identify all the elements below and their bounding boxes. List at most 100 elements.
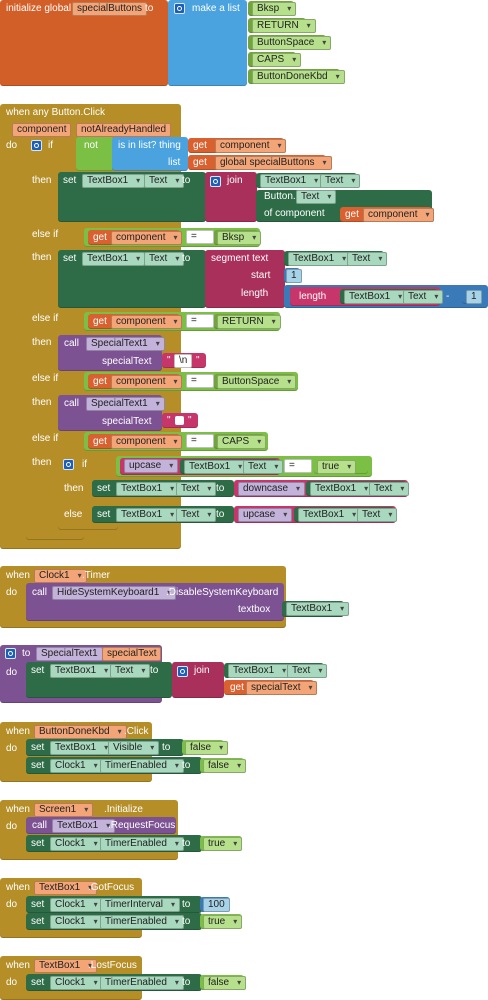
set-property[interactable]: Text [144,174,185,188]
set-clock-timer-interval[interactable]: set Clock1 TimerInterval to [26,896,202,913]
upcase-op[interactable]: upcase [124,459,179,473]
text-caps[interactable]: CAPS [214,434,267,449]
list-item-5-value[interactable]: ButtonDoneKbd [252,70,345,84]
list-item-3[interactable]: ButtonSpace [248,35,332,50]
set-component[interactable]: Clock1 [50,915,103,929]
downcase-op[interactable]: downcase [238,482,306,496]
get-var[interactable]: specialText [246,681,318,695]
join-block-2[interactable]: join [172,662,224,698]
get-var[interactable]: component [111,435,183,449]
param-component[interactable]: component [12,123,72,137]
logic-true-value[interactable]: true [317,460,357,474]
set-component[interactable]: TextBox1 [116,482,180,496]
getter-component[interactable]: TextBox1 [260,174,324,188]
get-component-3[interactable]: get component [88,230,183,245]
logic-true-1[interactable]: true [314,459,368,474]
list-item-2-value[interactable]: RETURN [252,19,316,33]
textbox-text-getter-5[interactable]: TextBox1 Text [306,481,410,496]
text-bksp[interactable]: Bksp [214,230,262,245]
logic-false-2[interactable]: false [200,758,247,773]
param-not-already-handled[interactable]: notAlreadyHandled [76,123,172,137]
number-start[interactable]: 1 [284,268,302,283]
init-global-block[interactable]: initialize global specialButtons to [0,0,168,86]
number-start-value[interactable]: 1 [286,269,302,283]
set-textbox-visible[interactable]: set TextBox1 Visible to [26,739,184,756]
set-textbox-text-upcase[interactable]: set TextBox1 Text to [92,506,234,523]
text-button-space-value[interactable]: ButtonSpace [217,375,297,389]
textbox-text-getter-2[interactable]: TextBox1 Text [284,251,388,266]
list-item-2[interactable]: RETURN [248,18,316,33]
getter-property[interactable]: Text [287,664,328,678]
set-component[interactable]: TextBox1 [82,252,146,266]
get-component-2[interactable]: get component [340,207,435,222]
set-property[interactable]: Text [176,482,217,496]
set-property[interactable]: Text [144,252,185,266]
call-special-text-2[interactable]: call SpecialText1 specialText [58,395,165,431]
event-component[interactable]: Screen1 [34,803,94,817]
call-request-focus[interactable]: call TextBox1 .RequestFocus [26,817,176,834]
segment-block[interactable]: segment text start length [205,250,285,308]
getter-component[interactable]: TextBox1 [228,664,292,678]
call-target[interactable]: TextBox1 [52,819,116,833]
getter-component[interactable]: TextBox1 [310,482,374,496]
set-component[interactable]: TextBox1 [50,741,114,755]
getter-component[interactable]: TextBox1 [298,508,362,522]
call-target[interactable]: HideSystemKeyboard1 [52,586,177,600]
get-var[interactable]: component [111,315,183,329]
list-item-1[interactable]: Bksp [248,1,297,16]
is-in-list-block[interactable]: is in list? thing list [112,137,188,171]
text-newline-value[interactable]: \n [174,354,193,368]
set-textbox-text-2[interactable]: set TextBox1 Text to [58,250,206,308]
getter-property[interactable]: Text [320,174,361,188]
list-item-4-value[interactable]: CAPS [252,53,302,67]
logic-value[interactable]: false [185,741,229,755]
text-newline[interactable]: " \n " [162,353,206,368]
getter-component[interactable]: TextBox1 [184,460,248,474]
set-component[interactable]: Clock1 [50,976,103,990]
getter-property[interactable]: Text [357,508,398,522]
event-component[interactable]: ButtonDoneKbd [34,725,127,739]
not-block[interactable]: not [76,137,114,171]
get-component-1[interactable]: get component [188,138,287,153]
set-component[interactable]: Clock1 [50,898,103,912]
text-space[interactable]: " " [162,413,198,428]
logic-value[interactable]: false [203,976,247,990]
logic-true-2[interactable]: true [200,836,243,851]
join-mutator-gear-icon[interactable] [177,666,188,677]
set-property[interactable]: Text [110,664,151,678]
get-special-text[interactable]: get specialText [224,680,318,695]
set-property[interactable]: TimerEnabled [100,915,184,929]
make-list-block[interactable]: make a list [168,0,247,86]
textbox-text-getter-4[interactable]: TextBox1 Text [180,459,284,474]
list-item-5[interactable]: ButtonDoneKbd [248,69,345,84]
logic-value[interactable]: false [203,759,247,773]
text-return-value[interactable]: RETURN [217,315,281,329]
textbox-text-getter-7[interactable]: TextBox1 Text [224,663,328,678]
mutator-gear-icon[interactable] [174,3,185,14]
getter-component[interactable]: TextBox1 [288,252,352,266]
button-property[interactable]: Text [296,190,337,204]
procedure-param[interactable]: specialText [102,647,162,661]
set-textbox-text-1[interactable]: set TextBox1 Text to [58,172,206,222]
set-property[interactable]: TimerEnabled [100,976,184,990]
logic-value[interactable]: true [203,915,243,929]
get-var[interactable]: component [215,139,287,153]
upcase-op[interactable]: upcase [238,508,293,522]
get-var[interactable]: component [363,208,435,222]
text-bksp-value[interactable]: Bksp [217,231,262,245]
set-property[interactable]: TimerEnabled [100,759,184,773]
set-property[interactable]: TimerInterval [100,898,180,912]
number-value[interactable]: 100 [203,898,230,912]
join-block-1[interactable]: join [205,172,257,222]
event-component[interactable]: Clock1 [34,569,87,583]
getter-property[interactable]: Text [243,460,284,474]
getter-property[interactable]: Text [403,290,444,304]
set-clock-timer-enabled-3[interactable]: set Clock1 TimerEnabled to [26,913,202,930]
set-component[interactable]: Clock1 [50,837,103,851]
set-textbox-text-3[interactable]: set TextBox1 Text to [26,662,172,698]
list-item-1-value[interactable]: Bksp [252,2,297,16]
number-one-value[interactable]: 1 [466,290,482,304]
eq-op[interactable]: = [186,434,214,448]
textbox-text-getter-1[interactable]: TextBox1 Text [256,173,361,188]
getter-property[interactable]: Text [369,482,410,496]
